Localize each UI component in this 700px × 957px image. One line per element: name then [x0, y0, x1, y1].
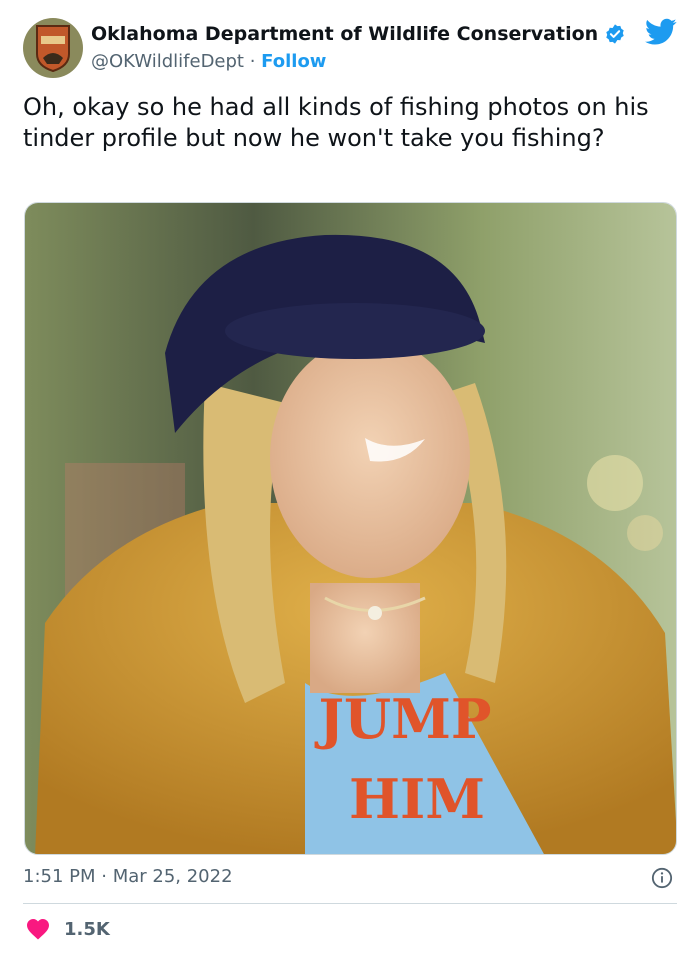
name-row: Oklahoma Department of Wildlife Conserva… [91, 20, 626, 48]
twitter-bird-icon[interactable] [645, 18, 677, 46]
shirt-text-line2: HIM [349, 767, 485, 831]
shirt-text-line1: JUMP [314, 687, 491, 751]
tweet-photo[interactable]: JUMP HIM [24, 202, 677, 855]
avatar[interactable] [23, 18, 83, 78]
like-count: 1.5K [64, 918, 110, 940]
timestamp-separator: · [95, 866, 113, 887]
verified-badge-icon [606, 24, 624, 44]
photo-illustration: JUMP HIM [25, 203, 676, 854]
tweet-text: Oh, okay so he had all kinds of fishing … [23, 93, 649, 152]
tweet-time: 1:51 PM [23, 866, 96, 887]
tweet-timestamp[interactable]: 1:51 PM · Mar 25, 2022 [23, 866, 233, 887]
account-header: Oklahoma Department of Wildlife Conserva… [91, 20, 626, 72]
handle-separator: · [244, 51, 262, 72]
tweet-card: Oklahoma Department of Wildlife Conserva… [0, 0, 700, 957]
odwc-badge-icon [36, 25, 70, 72]
info-icon[interactable] [651, 867, 673, 889]
like-button[interactable]: 1.5K [26, 918, 110, 940]
heart-icon [27, 919, 49, 940]
follow-button[interactable]: Follow [261, 51, 326, 72]
divider [23, 903, 677, 904]
account-handle[interactable]: @OKWildlifeDept [91, 51, 244, 72]
handle-row: @OKWildlifeDept · Follow [91, 51, 626, 72]
account-name[interactable]: Oklahoma Department of Wildlife Conserva… [91, 23, 598, 45]
tweet-date: Mar 25, 2022 [112, 866, 233, 887]
